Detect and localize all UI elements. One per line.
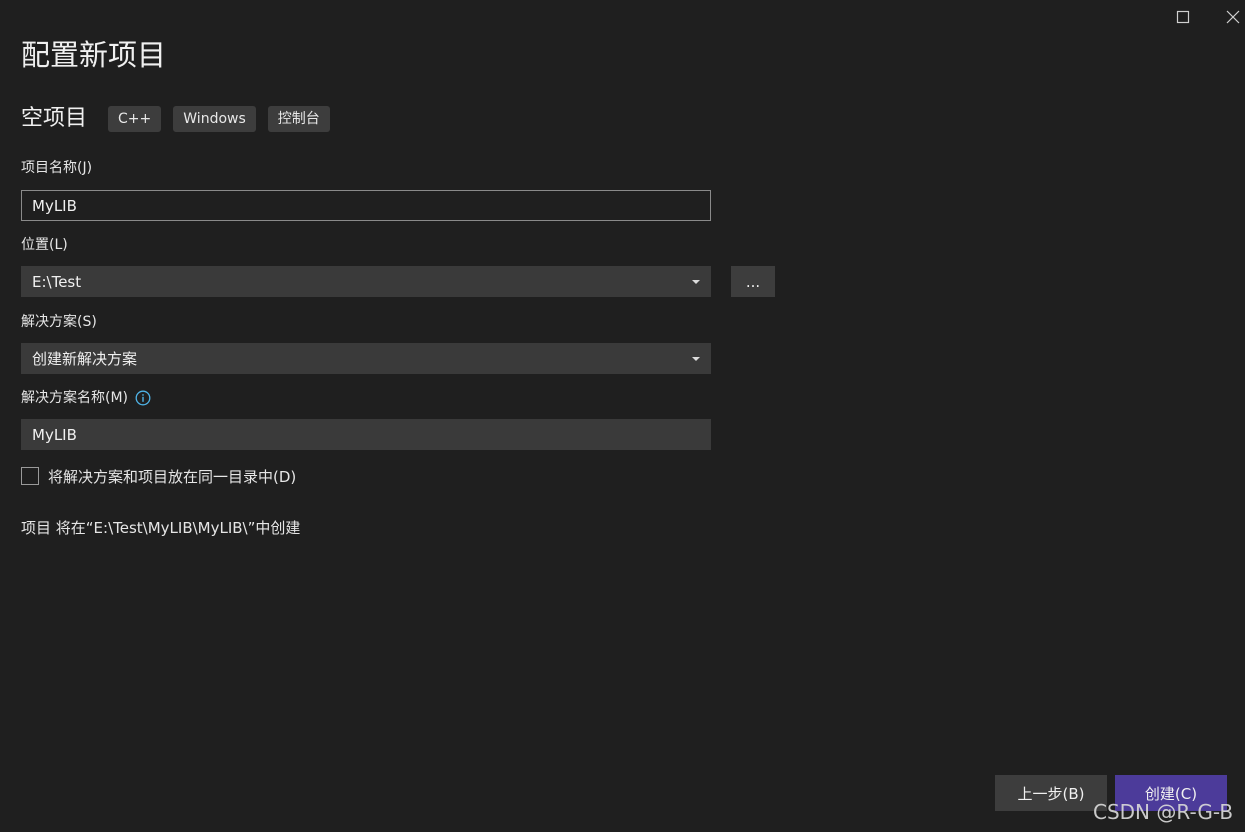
same-directory-option[interactable]: 将解决方案和项目放在同一目录中(D) xyxy=(21,466,296,486)
tag-windows: Windows xyxy=(173,106,256,132)
same-directory-label[interactable]: 将解决方案和项目放在同一目录中(D) xyxy=(48,466,296,487)
location-combobox[interactable]: E:\Test xyxy=(21,266,711,297)
tag-cpp: C++ xyxy=(108,106,162,132)
maximize-icon xyxy=(1176,10,1190,24)
solution-label: 解决方案(S) xyxy=(21,314,97,330)
solution-name-input[interactable] xyxy=(21,419,711,450)
solution-name-label: 解决方案名称(M) xyxy=(21,390,129,406)
solution-value: 创建新解决方案 xyxy=(32,350,138,368)
same-directory-checkbox[interactable] xyxy=(21,467,39,485)
maximize-button[interactable] xyxy=(1169,4,1197,30)
template-name: 空项目 xyxy=(21,106,88,131)
location-value: E:\Test xyxy=(32,272,82,291)
project-path-note: 项目 将在“E:\Test\MyLIB\MyLIB\”中创建 xyxy=(21,519,301,537)
solution-dropdown[interactable]: 创建新解决方案 xyxy=(21,343,711,374)
close-icon xyxy=(1226,10,1240,24)
solution-name-label-row: 解决方案名称(M) xyxy=(21,388,151,408)
tag-console: 控制台 xyxy=(267,106,330,132)
chevron-down-icon xyxy=(692,279,700,284)
page-title: 配置新项目 xyxy=(21,38,167,72)
browse-button[interactable]: ... xyxy=(731,266,775,297)
project-name-input[interactable] xyxy=(21,190,711,221)
project-name-label: 项目名称(J) xyxy=(21,160,93,176)
location-label: 位置(L) xyxy=(21,237,68,253)
info-icon[interactable] xyxy=(135,390,151,406)
back-button[interactable]: 上一步(B) xyxy=(995,775,1107,811)
close-button[interactable] xyxy=(1219,4,1245,30)
watermark: CSDN @R-G-B xyxy=(1093,800,1234,824)
template-header: 空项目 C++ Windows 控制台 xyxy=(21,104,342,134)
chevron-down-icon xyxy=(692,356,700,361)
